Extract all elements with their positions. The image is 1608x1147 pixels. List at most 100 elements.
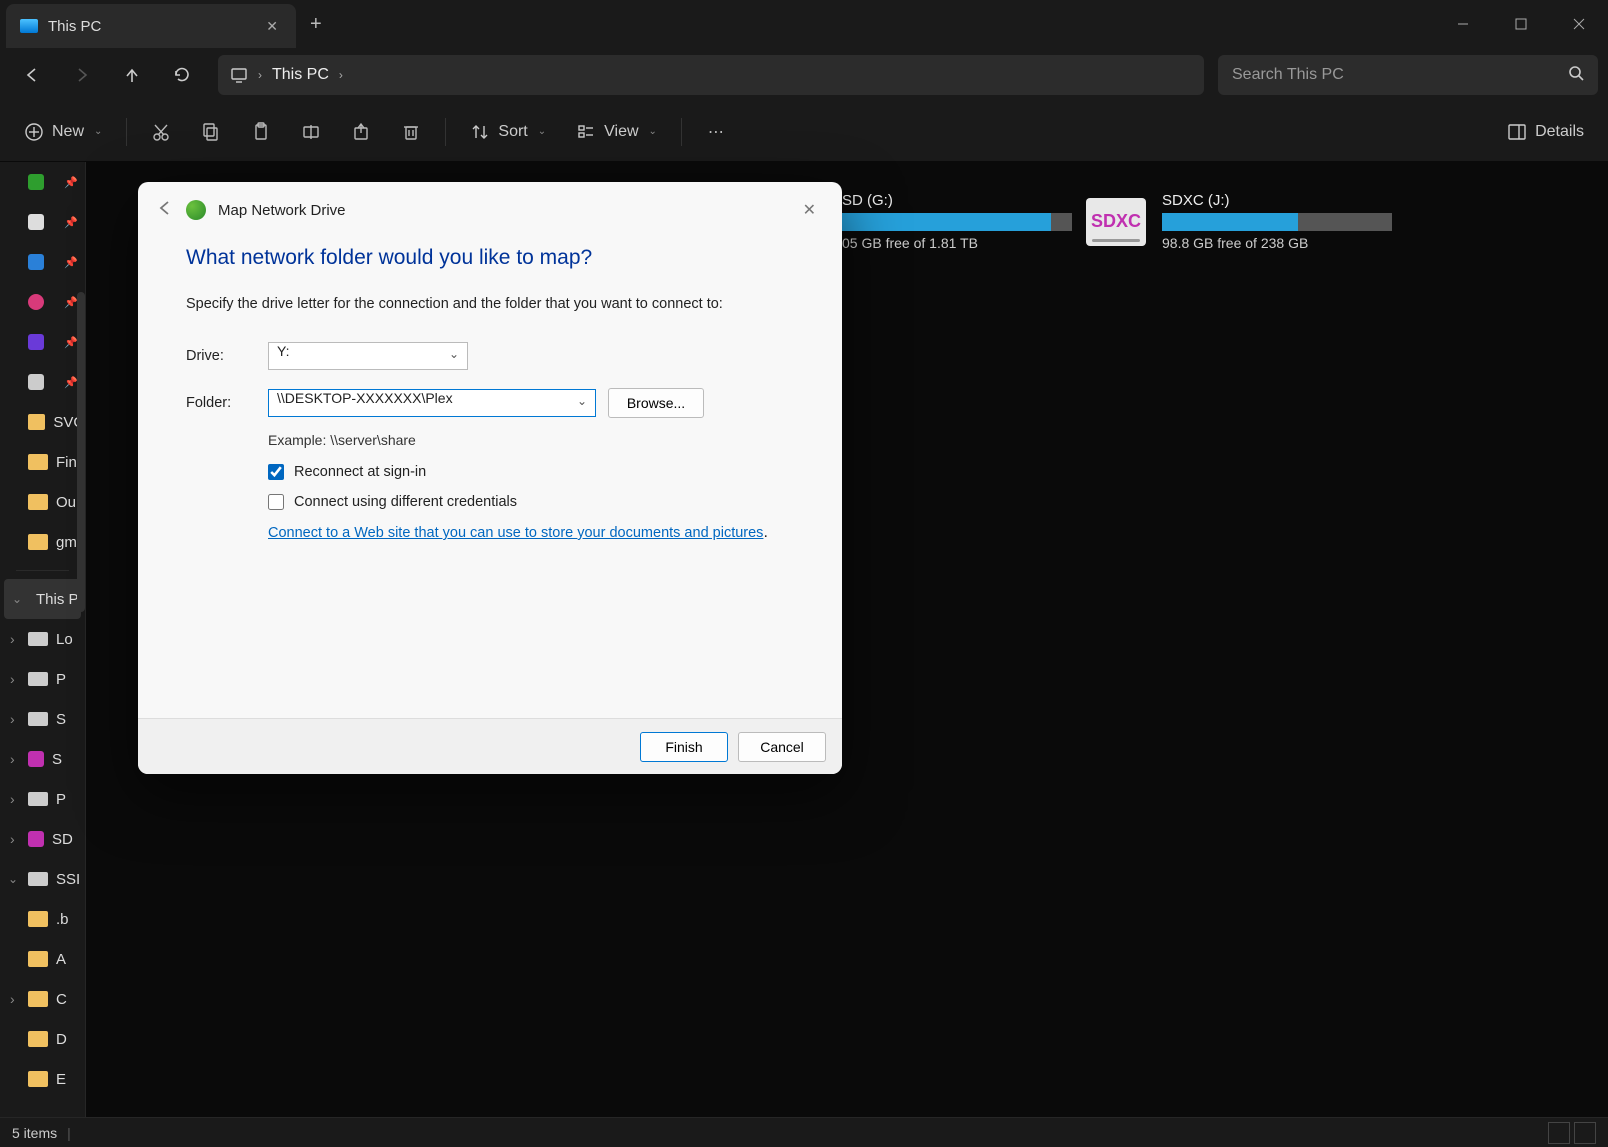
folder-icon [28,911,48,927]
map-network-drive-dialog: Map Network Drive ✕ What network folder … [138,182,842,774]
sidebar-label: Ou [56,494,76,511]
folder-icon [28,534,48,550]
sidebar-quick-downloads[interactable]: 📌 [0,162,85,202]
sidebar-drive-p2[interactable]: P [0,779,85,819]
reconnect-checkbox-row[interactable]: Reconnect at sign-in [268,464,794,480]
up-button[interactable] [110,55,154,95]
folder-icon [28,1031,48,1047]
sidebar-quick-videos[interactable]: 📌 [0,322,85,362]
cut-button[interactable] [139,111,183,153]
maximize-button[interactable] [1492,0,1550,48]
delete-button[interactable] [389,111,433,153]
drive-icon [28,632,48,646]
sidebar-folder-b[interactable]: .b [0,899,85,939]
folder-input[interactable]: \\DESKTOP-XXXXXXX\Plex [268,389,596,417]
network-drive-icon [186,200,206,220]
separator [126,118,127,146]
sort-button[interactable]: Sort ⌄ [458,111,558,153]
sidebar-drive-s2[interactable]: S [0,739,85,779]
view-label: View [604,123,638,141]
drive-icon [28,872,48,886]
pictures-icon [28,254,44,270]
drive-icon [28,374,44,390]
example-text: Example: \\server\share [268,432,794,448]
sidebar-folder-c[interactable]: C [0,979,85,1019]
close-window-button[interactable] [1550,0,1608,48]
sidebar-drive-lo[interactable]: Lo [0,619,85,659]
tab-this-pc[interactable]: This PC ✕ [6,4,296,48]
browse-button[interactable]: Browse... [608,388,704,418]
search-icon[interactable] [1568,65,1584,86]
sidebar-label: A [56,951,66,968]
address-bar[interactable]: › This PC › [218,55,1204,95]
breadcrumb[interactable]: This PC [272,66,329,84]
dialog-body: What network folder would you like to ma… [138,238,842,718]
sidebar-label: S [52,751,62,768]
sidebar-drive-sd[interactable]: SD [0,819,85,859]
dialog-back-button[interactable] [156,199,174,222]
copy-button[interactable] [189,111,233,153]
sidebar-quick-pictures[interactable]: 📌 [0,242,85,282]
sidebar-drive-s[interactable]: S [0,699,85,739]
drive-info: SD (G:) 05 GB free of 1.81 TB [842,192,1072,251]
sidebar-folder-e[interactable]: E [0,1059,85,1099]
search-input[interactable] [1232,66,1568,84]
paste-button[interactable] [239,111,283,153]
minimize-button[interactable] [1434,0,1492,48]
view-button[interactable]: View ⌄ [564,111,669,153]
finish-button[interactable]: Finish [640,732,728,762]
more-button[interactable]: ⋯ [694,111,738,153]
folder-icon [28,494,48,510]
drive-item-sdxc-j[interactable]: SDXC SDXC (J:) 98.8 GB free of 238 GB [1086,192,1392,251]
credentials-checkbox-row[interactable]: Connect using different credentials [268,494,794,510]
download-icon [28,174,44,190]
cancel-button[interactable]: Cancel [738,732,826,762]
new-label: New [52,123,84,141]
chevron-icon[interactable]: › [339,68,343,82]
sidebar-scrollbar[interactable] [77,292,85,612]
sidebar-folder-svg[interactable]: SVG [0,402,85,442]
sidebar-quick-music[interactable]: 📌 [0,282,85,322]
sidebar-folder-a[interactable]: A [0,939,85,979]
sd-icon [28,831,44,847]
details-view-button[interactable] [1548,1122,1570,1144]
navbar: › This PC › [0,48,1608,102]
sidebar-label: Fin [56,454,77,471]
sidebar-quick-documents[interactable]: 📌 [0,202,85,242]
drive-icon [28,672,48,686]
view-icon [576,122,596,142]
dialog-header: Map Network Drive ✕ [138,182,842,238]
sidebar-quick-drive[interactable]: 📌 [0,362,85,402]
sidebar-drive-p[interactable]: P [0,659,85,699]
rename-button[interactable] [289,111,333,153]
credentials-checkbox[interactable] [268,494,284,510]
new-tab-button[interactable]: + [296,0,336,48]
sidebar-item-this-pc[interactable]: This PC [4,579,81,619]
sd-icon [28,751,44,767]
videos-icon [28,334,44,350]
sidebar-folder-d[interactable]: D [0,1019,85,1059]
sidebar-folder-fin[interactable]: Fin [0,442,85,482]
window-controls [1434,0,1608,48]
connect-website-link[interactable]: Connect to a Web site that you can use t… [268,525,763,541]
close-tab-icon[interactable]: ✕ [262,14,282,39]
details-pane-button[interactable]: Details [1495,111,1596,153]
drive-select[interactable]: Y: [268,342,468,370]
drive-capacity-bar [1162,213,1392,231]
back-button[interactable] [10,55,54,95]
sidebar-folder-ou[interactable]: Ou [0,482,85,522]
sidebar-folder-gm[interactable]: gm [0,522,85,562]
reconnect-checkbox[interactable] [268,464,284,480]
sidebar-drive-ssi[interactable]: SSI [0,859,85,899]
search-box[interactable] [1218,55,1598,95]
new-button[interactable]: New ⌄ [12,111,114,153]
details-label: Details [1535,123,1584,141]
separator [681,118,682,146]
dialog-close-button[interactable]: ✕ [795,196,824,224]
forward-button[interactable] [60,55,104,95]
refresh-button[interactable] [160,55,204,95]
tiles-view-button[interactable] [1574,1122,1596,1144]
sort-icon [470,122,490,142]
chevron-icon[interactable]: › [258,68,262,82]
share-button[interactable] [339,111,383,153]
